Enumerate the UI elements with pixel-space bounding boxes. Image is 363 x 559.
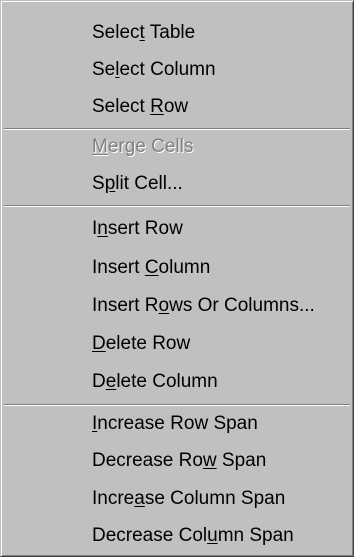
menu-separator — [4, 205, 350, 207]
menu-item-label-post: sert Row — [107, 218, 183, 239]
menu-item-label-post: lete Column — [116, 371, 218, 392]
menu-item-delete-row[interactable]: Delete Row — [5, 327, 349, 361]
menu-item-select-row[interactable]: Select Row — [5, 90, 349, 124]
menu-item-decrease-row-span[interactable]: Decrease Row Span — [5, 444, 349, 478]
menu-item-insert-rows-or-columns[interactable]: Insert Rows Or Columns... — [5, 289, 349, 323]
menu-item-label-post: ect Column — [119, 59, 216, 80]
menu-separator — [4, 404, 350, 406]
menu-item-mnemonic: p — [104, 173, 116, 194]
menu-item-select-table[interactable]: Select Table — [5, 16, 349, 50]
menu-item-label-post: ws Or Columns... — [169, 295, 315, 316]
menu-item-increase-row-span[interactable]: Increase Row Span — [5, 407, 349, 441]
menu-item-label-pre: Selec — [92, 22, 140, 43]
menu-item-label-pre: Decrease Col — [92, 525, 208, 546]
menu-item-mnemonic: a — [134, 488, 145, 509]
menu-item-mnemonic: o — [158, 295, 170, 316]
menu-item-mnemonic: n — [97, 218, 108, 239]
menu-item-mnemonic: e — [105, 371, 117, 392]
menu-item-label-post: ow — [163, 96, 189, 117]
menu-item-label-pre: S — [92, 173, 105, 194]
menu-item-delete-column[interactable]: Delete Column — [5, 365, 349, 399]
menu-item-label-pre: D — [92, 371, 106, 392]
menu-item-label-post: lit Cell... — [115, 173, 183, 194]
menu-item-label-post: Table — [144, 22, 196, 43]
menu-item-increase-column-span[interactable]: Increase Column Span — [5, 482, 349, 516]
menu-item-mnemonic: M — [92, 136, 108, 157]
menu-item-merge-cells: Merge Cells — [5, 130, 349, 164]
menu-item-mnemonic: D — [92, 333, 106, 354]
menu-item-mnemonic: R — [150, 96, 164, 117]
menu-item-label-pre: Select — [92, 96, 151, 117]
table-context-menu: Select Table Select Column Select Row Me… — [0, 0, 354, 557]
menu-item-label-pre: Insert — [92, 257, 145, 278]
menu-item-label-pre: Incre — [92, 488, 135, 509]
menu-item-label-post: mn Span — [217, 525, 294, 546]
menu-item-label-pre: Insert R — [92, 295, 159, 316]
menu-item-label-post: erge Cells — [107, 136, 194, 157]
menu-item-label-post: se Column Span — [144, 488, 286, 509]
menu-item-mnemonic: u — [207, 525, 218, 546]
menu-item-insert-row[interactable]: Insert Row — [5, 212, 349, 246]
menu-item-label-pre: Decrease Ro — [92, 450, 203, 471]
menu-item-split-cell[interactable]: Split Cell... — [5, 167, 349, 201]
menu-item-mnemonic: w — [202, 450, 217, 471]
menu-item-insert-column[interactable]: Insert Column — [5, 251, 349, 285]
menu-item-select-column[interactable]: Select Column — [5, 53, 349, 87]
menu-item-decrease-column-span[interactable]: Decrease Column Span — [5, 519, 349, 553]
menu-item-label-pre: Se — [92, 59, 116, 80]
menu-item-label-post: elete Row — [105, 333, 191, 354]
menu-item-mnemonic: C — [144, 257, 159, 278]
menu-item-label-post: Span — [216, 450, 267, 471]
menu-item-label-post: olumn — [158, 257, 211, 278]
menu-item-label-post: ncrease Row Span — [97, 413, 258, 434]
